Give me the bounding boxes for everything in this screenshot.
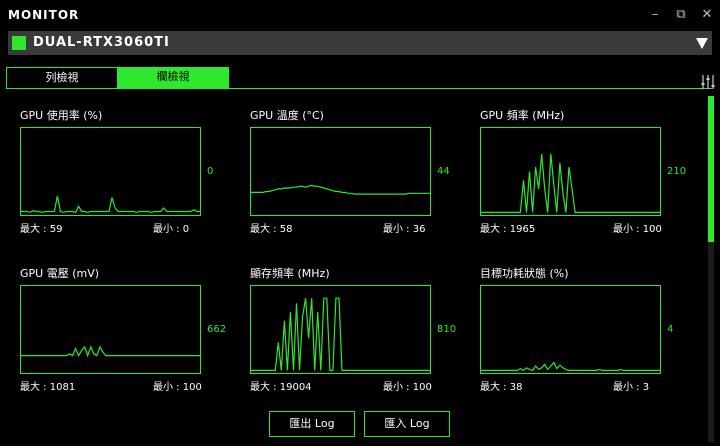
metric-graph <box>250 127 431 216</box>
metric-current-value: 210 <box>667 166 687 177</box>
app-title: MONITOR <box>8 8 80 22</box>
metric-graph <box>480 285 661 374</box>
export-log-button[interactable]: 匯出 Log <box>269 411 355 437</box>
metric-trace <box>21 195 200 214</box>
metric-min: 最小 : 100 <box>383 382 432 393</box>
metric-gpu-clock: GPU 頻率 (MHz) 210 最大 : 1965 最小 : 100 <box>480 107 695 257</box>
metric-title: GPU 頻率 (MHz) <box>480 109 565 122</box>
metric-min: 最小 : 0 <box>153 224 190 235</box>
metric-memory-clock: 顯存頻率 (MHz) 810 最大 : 19004 最小 : 100 <box>250 265 465 415</box>
metric-title: GPU 使用率 (%) <box>20 109 103 122</box>
metric-current-value: 0 <box>207 166 214 177</box>
metric-max: 最大 : 38 <box>480 382 523 393</box>
close-icon[interactable]: ✕ <box>696 5 718 25</box>
metric-max: 最大 : 1081 <box>20 382 76 393</box>
metric-power-target: 目標功耗狀態 (%) 4 最大 : 38 最小 : 3 <box>480 265 695 415</box>
metric-max: 最大 : 59 <box>20 224 63 235</box>
metric-graph <box>250 285 431 374</box>
metric-min: 最小 : 36 <box>383 224 426 235</box>
tab-list-view[interactable]: 列檢視 <box>6 67 118 88</box>
metric-current-value: 4 <box>667 324 674 335</box>
restore-icon[interactable]: ⧉ <box>670 5 692 25</box>
metric-current-value: 662 <box>207 324 227 335</box>
title-bar: MONITOR – ⧉ ✕ <box>0 0 720 30</box>
dropdown-arrow-icon[interactable] <box>694 35 710 51</box>
metric-trace <box>481 361 660 372</box>
metric-trace <box>251 297 430 372</box>
scrollbar-thumb[interactable] <box>708 96 714 242</box>
metric-trace <box>251 184 430 195</box>
metric-current-value: 44 <box>437 166 450 177</box>
device-name: DUAL-RTX3060TI <box>33 35 170 50</box>
sliders-icon[interactable] <box>700 74 716 90</box>
view-tabs: 列檢視 欄檢視 <box>6 67 712 89</box>
metric-max: 最大 : 1965 <box>480 224 536 235</box>
metric-title: GPU 溫度 (°C) <box>250 109 324 122</box>
metric-min: 最小 : 3 <box>613 382 650 393</box>
tab-grid-view[interactable]: 欄檢視 <box>117 67 229 88</box>
device-status-indicator <box>12 36 26 50</box>
metric-max: 最大 : 58 <box>250 224 293 235</box>
metric-min: 最小 : 100 <box>153 382 202 393</box>
import-log-button[interactable]: 匯入 Log <box>364 411 450 437</box>
metric-graph <box>20 285 201 374</box>
metric-trace <box>481 154 660 214</box>
metric-gpu-usage: GPU 使用率 (%) 0 最大 : 59 最小 : 0 <box>20 107 235 257</box>
metric-min: 最小 : 100 <box>613 224 662 235</box>
metric-gpu-voltage: GPU 電壓 (mV) 662 最大 : 1081 最小 : 100 <box>20 265 235 415</box>
metric-current-value: 810 <box>437 324 457 335</box>
metric-title: GPU 電壓 (mV) <box>20 267 100 280</box>
metric-graph <box>20 127 201 216</box>
minimize-icon[interactable]: – <box>644 5 666 25</box>
device-selector[interactable]: DUAL-RTX3060TI <box>8 31 712 55</box>
metric-title: 目標功耗狀態 (%) <box>480 267 569 280</box>
metric-graph <box>480 127 661 216</box>
metric-trace <box>21 345 200 358</box>
metric-max: 最大 : 19004 <box>250 382 312 393</box>
metric-gpu-temperature: GPU 溫度 (°C) 44 最大 : 58 最小 : 36 <box>250 107 465 257</box>
metric-title: 顯存頻率 (MHz) <box>250 267 330 280</box>
